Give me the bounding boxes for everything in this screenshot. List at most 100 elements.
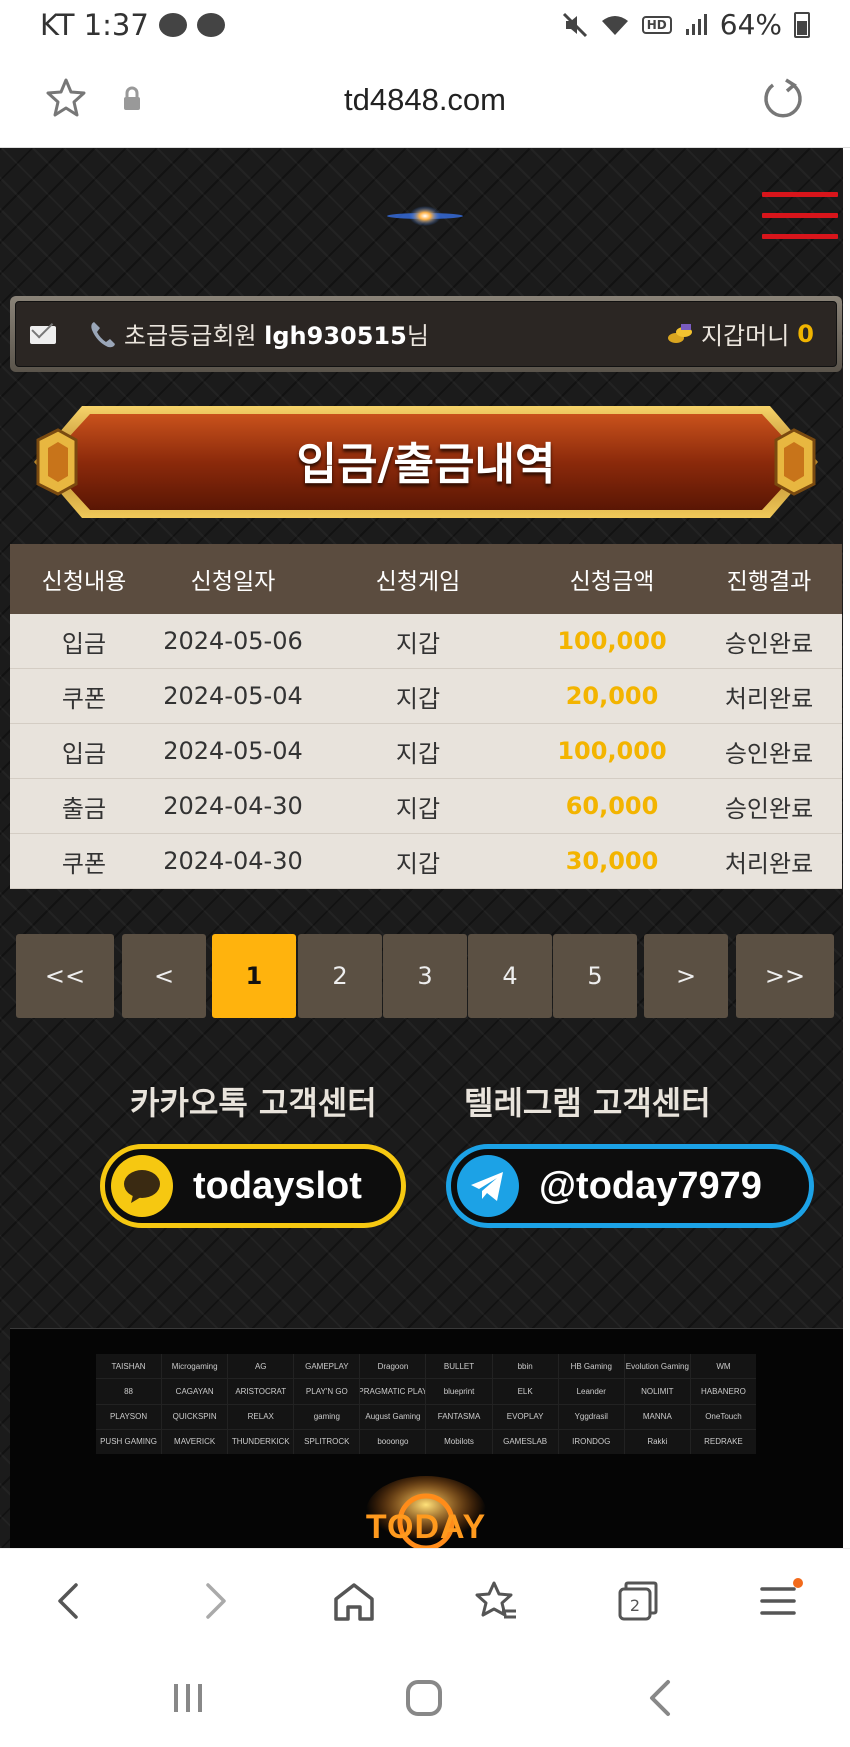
provider-logo: 88 bbox=[96, 1379, 162, 1404]
wallet-balance: 지갑머니 0 bbox=[667, 316, 814, 351]
cell-type: 쿠폰 bbox=[61, 849, 107, 878]
page-scrollbar[interactable] bbox=[843, 148, 850, 1548]
footer-logo-text: TODAY SLOT bbox=[365, 1508, 487, 1548]
chat-notification-icon-2 bbox=[196, 13, 225, 37]
page-2-button[interactable]: 2 bbox=[298, 934, 382, 1018]
user-greeting: 초급등급회원 lgh930515님 bbox=[124, 316, 429, 351]
provider-logo: Leander bbox=[558, 1379, 624, 1404]
provider-logo: PRAGMATIC PLAY bbox=[360, 1379, 426, 1404]
provider-logo: Dragoon bbox=[360, 1354, 426, 1379]
kakao-support-button[interactable]: todayslot bbox=[100, 1144, 406, 1228]
cell-amount: 100,000 bbox=[557, 627, 667, 655]
cell-date: 2024-05-04 bbox=[163, 682, 303, 710]
carrier-time: KT 1:37 bbox=[40, 8, 149, 42]
table-row: 입금 2024-05-04 지갑 100,000 승인완료 bbox=[10, 724, 842, 779]
home-icon[interactable] bbox=[330, 1577, 378, 1625]
provider-logo: FANTASMA bbox=[426, 1404, 492, 1429]
provider-logo: Evolution Gaming bbox=[624, 1354, 690, 1379]
url-text[interactable]: td4848.com bbox=[0, 82, 850, 118]
kakao-chat-icon bbox=[111, 1155, 173, 1217]
forward-icon[interactable] bbox=[190, 1577, 238, 1625]
cell-game: 지갑 bbox=[395, 739, 441, 768]
table-row: 쿠폰 2024-05-04 지갑 20,000 처리완료 bbox=[10, 669, 842, 724]
cell-date: 2024-04-30 bbox=[163, 792, 303, 820]
kakao-id: todayslot bbox=[193, 1164, 362, 1207]
recent-apps-icon[interactable] bbox=[168, 1678, 208, 1718]
cell-type: 입금 bbox=[61, 629, 107, 658]
provider-logo: gaming bbox=[294, 1404, 360, 1429]
cell-result: 승인완료 bbox=[724, 739, 814, 768]
back-nav-icon[interactable] bbox=[642, 1678, 682, 1718]
cell-date: 2024-05-04 bbox=[163, 737, 303, 765]
page-3-button[interactable]: 3 bbox=[383, 934, 467, 1018]
back-icon[interactable] bbox=[46, 1577, 94, 1625]
table-row: 쿠폰 2024-04-30 지갑 30,000 처리완료 bbox=[10, 834, 842, 889]
provider-logo: CAGAYAN bbox=[162, 1379, 228, 1404]
site-content: 초급등급회원 lgh930515님 지갑머니 0 입금/출금내역 신청내용 신청… bbox=[0, 148, 843, 1548]
cell-date: 2024-05-06 bbox=[163, 627, 303, 655]
user-suffix: 님 bbox=[406, 322, 429, 350]
page-4-button[interactable]: 4 bbox=[468, 934, 552, 1018]
provider-logo: THUNDERKICK bbox=[228, 1429, 294, 1454]
header-date: 신청일자 bbox=[190, 569, 276, 595]
provider-logo: ELK bbox=[492, 1379, 558, 1404]
provider-logo: NOLIMIT bbox=[624, 1379, 690, 1404]
telegram-id: @today7979 bbox=[539, 1164, 762, 1207]
provider-logo: booongo bbox=[360, 1429, 426, 1454]
home-nav-icon[interactable] bbox=[404, 1678, 444, 1718]
page-prev-button[interactable]: < bbox=[122, 934, 206, 1018]
cell-date: 2024-04-30 bbox=[163, 847, 303, 875]
page-5-button[interactable]: 5 bbox=[553, 934, 637, 1018]
bookmarks-icon[interactable] bbox=[472, 1577, 520, 1625]
footer-logo: TODAY SLOT bbox=[316, 1474, 536, 1548]
browser-menu-icon[interactable] bbox=[756, 1577, 804, 1625]
provider-logo: blueprint bbox=[426, 1379, 492, 1404]
provider-logo: MANNA bbox=[624, 1404, 690, 1429]
wifi-icon bbox=[601, 15, 628, 35]
cell-result: 처리완료 bbox=[724, 849, 814, 878]
signal-icon bbox=[685, 13, 707, 35]
provider-logo: August Gaming bbox=[360, 1404, 426, 1429]
provider-logo: RELAX bbox=[228, 1404, 294, 1429]
telegram-support-button[interactable]: @today7979 bbox=[446, 1144, 814, 1228]
cell-result: 승인완료 bbox=[724, 794, 814, 823]
header-type: 신청내용 bbox=[41, 569, 127, 595]
user-info-bar: 초급등급회원 lgh930515님 지갑머니 0 bbox=[10, 296, 842, 372]
provider-logo: Rakki bbox=[624, 1429, 690, 1454]
pagination: << < 1 2 3 4 5 > >> bbox=[16, 934, 836, 1018]
user-grade: 초급등급회원 bbox=[124, 322, 257, 350]
telegram-icon bbox=[457, 1155, 519, 1217]
page-title-banner: 입금/출금내역 bbox=[12, 404, 840, 520]
header-result: 진행결과 bbox=[726, 569, 812, 595]
site-footer: TAISHAN Microgaming AG GAMEPLAY Dragoon BULLE… bbox=[10, 1328, 843, 1548]
mute-icon bbox=[562, 12, 587, 37]
hd-icon: HD bbox=[641, 15, 672, 34]
hamburger-menu-icon[interactable] bbox=[762, 192, 838, 250]
cell-type: 출금 bbox=[61, 794, 107, 823]
provider-logo: GAMESLAB bbox=[492, 1429, 558, 1454]
tabs-icon[interactable]: 2 bbox=[614, 1577, 662, 1625]
cell-game: 지갑 bbox=[395, 849, 441, 878]
mail-icon[interactable] bbox=[30, 326, 56, 344]
site-logo-icon[interactable] bbox=[385, 204, 465, 228]
provider-logo: HB Gaming bbox=[558, 1354, 624, 1379]
status-bar: KT 1:37 HD 64% bbox=[0, 0, 850, 52]
page-last-button[interactable]: >> bbox=[736, 934, 834, 1018]
username: lgh930515 bbox=[264, 322, 407, 350]
cell-type: 쿠폰 bbox=[61, 684, 107, 713]
provider-logo: Mobilots bbox=[426, 1429, 492, 1454]
page-first-button[interactable]: << bbox=[16, 934, 114, 1018]
kakao-support-label: 카카오톡 고객센터 bbox=[130, 1084, 377, 1122]
status-left: KT 1:37 bbox=[40, 8, 225, 42]
coins-icon bbox=[667, 323, 692, 343]
cell-amount: 100,000 bbox=[557, 737, 667, 765]
provider-logo: EVOPLAY bbox=[492, 1404, 558, 1429]
provider-logo: ARISTOCRAT bbox=[228, 1379, 294, 1404]
cell-amount: 60,000 bbox=[565, 792, 659, 820]
provider-logo: PLAY'N GO bbox=[294, 1379, 360, 1404]
reload-icon[interactable] bbox=[760, 76, 806, 122]
page-1-button[interactable]: 1 bbox=[212, 934, 296, 1018]
page-next-button[interactable]: > bbox=[644, 934, 728, 1018]
cell-amount: 20,000 bbox=[565, 682, 659, 710]
chat-notification-icon bbox=[158, 13, 187, 37]
